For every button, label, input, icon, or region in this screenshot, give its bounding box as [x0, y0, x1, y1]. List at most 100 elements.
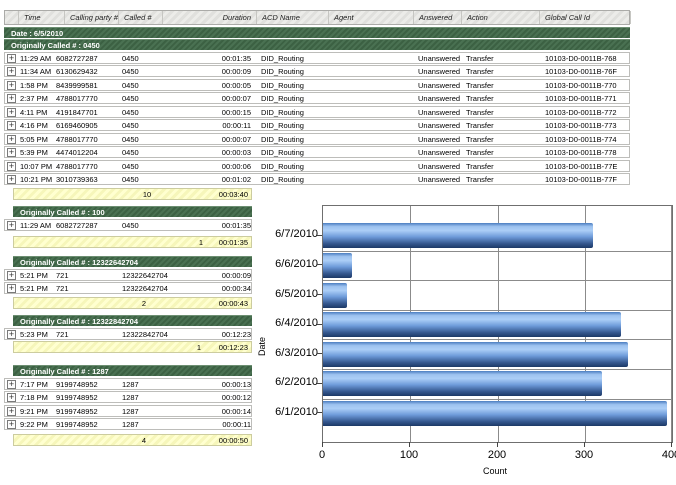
column-header-action: Action	[462, 11, 540, 24]
group-header: Originally Called # : 1287	[13, 365, 252, 376]
cell-answered: Unanswered	[418, 148, 464, 157]
expand-button[interactable]: +	[7, 121, 16, 130]
column-header-acd-name: ACD Name	[257, 11, 329, 24]
expand-button[interactable]: +	[7, 221, 16, 230]
call-row: +2:37 PM4788017770045000:00:07DID_Routin…	[4, 92, 630, 104]
cell-answered: Unanswered	[418, 67, 464, 76]
cell-acd: DID_Routing	[261, 148, 331, 157]
cell-action: Transfer	[466, 108, 540, 117]
group-header: Originally Called # : 100	[13, 206, 252, 217]
expand-button[interactable]: +	[7, 67, 16, 76]
column-header-calling-party: Calling party #	[65, 11, 119, 24]
cell-answered: Unanswered	[418, 54, 464, 63]
expand-button[interactable]: +	[7, 94, 16, 103]
cell-duration: 00:01:02	[163, 175, 251, 184]
group-total-duration: 00:01:35	[219, 238, 248, 247]
cell-duration: 00:00:13	[163, 380, 251, 389]
x-tick-label: 400	[662, 449, 676, 461]
column-header-time: Time	[19, 11, 65, 24]
cell-answered: Unanswered	[418, 162, 464, 171]
group-call-count: 10	[137, 190, 157, 199]
expand-button[interactable]: +	[7, 81, 16, 90]
cell-action: Transfer	[466, 54, 540, 63]
expand-button[interactable]: +	[7, 380, 16, 389]
cell-calling: 9199748952	[56, 393, 120, 402]
cell-answered: Unanswered	[418, 135, 464, 144]
cell-acd: DID_Routing	[261, 162, 331, 171]
cell-duration: 00:00:05	[163, 81, 251, 90]
group-header: Originally Called # : 0450	[4, 39, 630, 50]
column-header-answered: Answered	[414, 11, 462, 24]
expand-button[interactable]: +	[7, 407, 16, 416]
group-summary-row: 10 00:03:40	[13, 188, 252, 200]
expand-button[interactable]: +	[7, 420, 16, 429]
cell-calling: 6082727287	[56, 54, 120, 63]
group-total-duration: 00:03:40	[219, 190, 248, 199]
cell-acd: DID_Routing	[261, 121, 331, 130]
cell-gid: 10103-D0-0011B-770	[545, 81, 629, 90]
gridline-400	[671, 206, 672, 442]
cell-duration: 00:00:11	[163, 121, 251, 130]
expand-button[interactable]: +	[7, 162, 16, 171]
cell-gid: 10103-D0-0011B-778	[545, 148, 629, 157]
cell-gid: 10103-D0-0011B-77E	[545, 162, 629, 171]
cell-duration: 00:00:11	[163, 420, 251, 429]
call-row: +5:05 PM4788017770045000:00:07DID_Routin…	[4, 133, 630, 145]
cell-duration: 00:00:12	[163, 393, 251, 402]
call-row: +9:22 PM9199748952128700:00:11	[4, 418, 252, 430]
column-header-called: Called #	[119, 11, 163, 24]
group-call-count: 1	[191, 238, 211, 247]
cell-calling: 3010739363	[56, 175, 120, 184]
call-row: +11:29 AM6082727287045000:01:35	[4, 219, 252, 231]
call-row: +10:21 PM3010739363045000:01:02DID_Routi…	[4, 173, 630, 185]
cell-calling: 4788017770	[56, 94, 120, 103]
cell-calling: 721	[56, 284, 120, 293]
cell-acd: DID_Routing	[261, 54, 331, 63]
call-row: +5:21 PM7211232264270400:00:09	[4, 269, 252, 281]
expand-button[interactable]: +	[7, 54, 16, 63]
call-row: +4:11 PM4191847701045000:00:15DID_Routin…	[4, 106, 630, 118]
cell-action: Transfer	[466, 175, 540, 184]
expand-button[interactable]: +	[7, 108, 16, 117]
cell-gid: 10103-D0-0011B-768	[545, 54, 629, 63]
call-row: +11:29 AM6082727287045000:01:35DID_Routi…	[4, 52, 630, 64]
cell-duration: 00:00:09	[163, 271, 251, 280]
cell-calling: 4474012204	[56, 148, 120, 157]
call-row: +7:17 PM9199748952128700:00:13	[4, 378, 252, 390]
cell-duration: 00:12:23	[163, 330, 251, 339]
cell-acd: DID_Routing	[261, 135, 331, 144]
cell-action: Transfer	[466, 94, 540, 103]
expand-button[interactable]: +	[7, 271, 16, 280]
call-row: +4:16 PM6169460905045000:00:11DID_Routin…	[4, 119, 630, 131]
expand-button[interactable]: +	[7, 175, 16, 184]
cell-duration: 00:00:07	[163, 135, 251, 144]
cell-action: Transfer	[466, 162, 540, 171]
cell-action: Transfer	[466, 148, 540, 157]
group-call-count: 4	[134, 436, 154, 445]
cell-calling: 4191847701	[56, 108, 120, 117]
expand-button[interactable]: +	[7, 148, 16, 157]
expand-button[interactable]: +	[7, 135, 16, 144]
cell-duration: 00:00:34	[163, 284, 251, 293]
expand-button[interactable]: +	[7, 330, 16, 339]
call-row: +11:34 AM6130629432045000:00:09DID_Routi…	[4, 65, 630, 77]
cell-duration: 00:01:35	[163, 54, 251, 63]
cell-action: Transfer	[466, 81, 540, 90]
call-row: +5:21 PM7211232264270400:00:34	[4, 282, 252, 294]
cell-acd: DID_Routing	[261, 108, 331, 117]
group-header: Originally Called # : 12322842704	[13, 315, 252, 326]
column-header-duration: Duration	[163, 11, 257, 24]
call-detail-report: TimeCalling party #Called #DurationACD N…	[4, 10, 634, 472]
expand-button[interactable]: +	[7, 393, 16, 402]
cell-answered: Unanswered	[418, 108, 464, 117]
cell-gid: 10103-D0-0011B-771	[545, 94, 629, 103]
cell-calling: 9199748952	[56, 380, 120, 389]
cell-acd: DID_Routing	[261, 81, 331, 90]
cell-gid: 10103-D0-0011B-77F	[545, 175, 629, 184]
group-summary-row: 200:00:43	[13, 297, 252, 309]
cell-calling: 8439999581	[56, 81, 120, 90]
column-header-agent: Agent	[329, 11, 414, 24]
expand-button[interactable]: +	[7, 284, 16, 293]
cell-calling: 721	[56, 330, 120, 339]
cell-calling: 6082727287	[56, 221, 120, 230]
